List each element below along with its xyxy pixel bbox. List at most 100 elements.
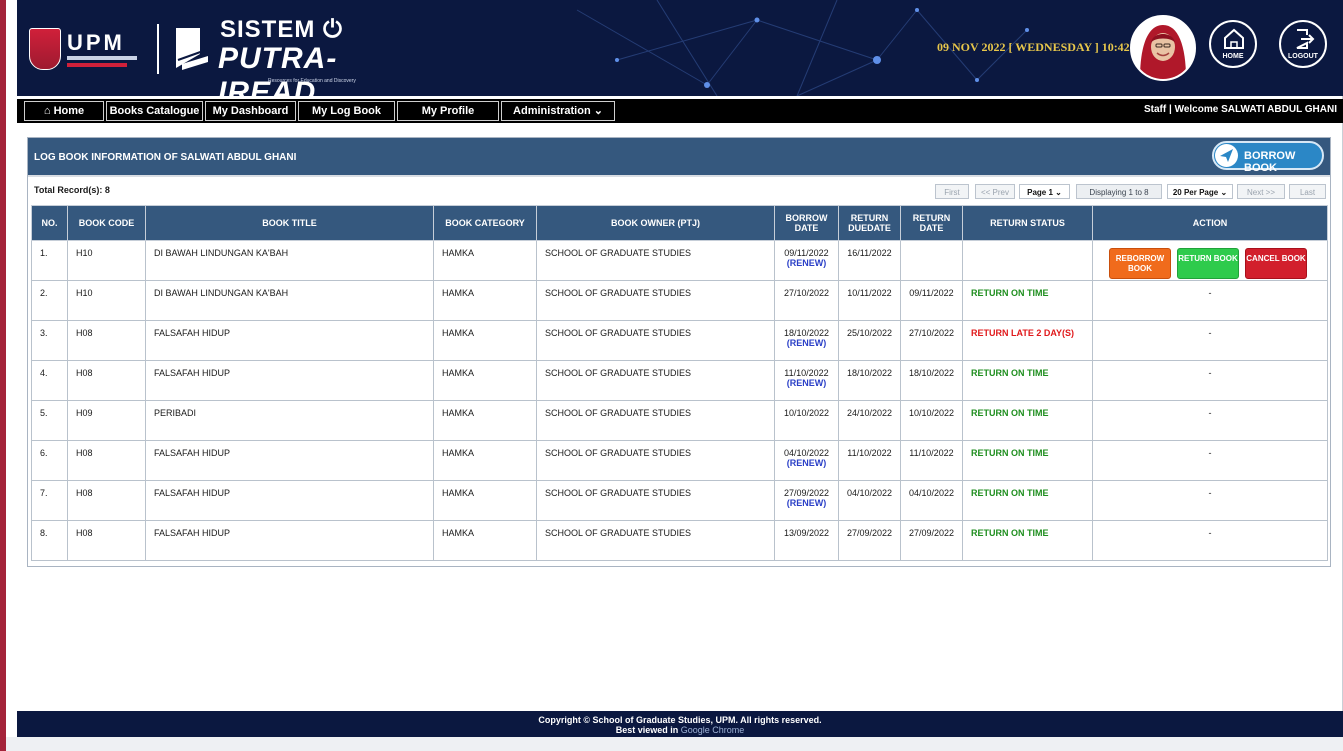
nav-my-log-book[interactable]: My Log Book: [298, 101, 395, 121]
cell-return-duedate: 16/11/2022: [838, 240, 901, 281]
cell-return-status: RETURN ON TIME: [962, 400, 1093, 441]
cell-book-code: H08: [67, 440, 146, 481]
renew-tag: (RENEW): [786, 258, 827, 268]
cell-book-owner: SCHOOL OF GRADUATE STUDIES: [536, 280, 775, 321]
cell-no: 8.: [31, 520, 68, 561]
cell-return-duedate: 27/09/2022: [838, 520, 901, 561]
table-row: 6. H08 FALSAFAH HIDUP HAMKA SCHOOL OF GRADUA…: [31, 440, 1328, 481]
cell-book-code: H09: [67, 400, 146, 441]
panel-title: LOG BOOK INFORMATION OF SALWATI ABDUL GH…: [34, 152, 297, 163]
home-header-button[interactable]: HOME: [1209, 20, 1257, 68]
cell-book-owner: SCHOOL OF GRADUATE STUDIES: [536, 360, 775, 401]
cell-action: -: [1092, 280, 1328, 321]
pager-prev-button[interactable]: << Prev: [975, 184, 1015, 199]
logout-header-button[interactable]: LOGOUT: [1279, 20, 1327, 68]
cell-book-code: H10: [67, 240, 146, 281]
cell-book-title: DI BAWAH LINDUNGAN KA'BAH: [145, 280, 434, 321]
cell-no: 2.: [31, 280, 68, 321]
nav-my-dashboard[interactable]: My Dashboard: [205, 101, 296, 121]
user-avatar[interactable]: [1130, 15, 1196, 81]
nav-my-profile[interactable]: My Profile: [397, 101, 499, 121]
cell-return-status: RETURN ON TIME: [962, 520, 1093, 561]
home-nav-icon: ⌂: [43, 105, 51, 117]
cell-action: -: [1092, 400, 1328, 441]
pager-first-button[interactable]: First: [935, 184, 969, 199]
cell-return-status: RETURN ON TIME: [962, 440, 1093, 481]
logo-tagline: Resources for Education and Discovery: [268, 78, 356, 84]
cell-book-owner: SCHOOL OF GRADUATE STUDIES: [536, 240, 775, 281]
renew-tag: (RENEW): [786, 498, 827, 508]
chevron-down-icon: ⌄: [1220, 188, 1228, 197]
cell-borrow-date: 11/10/2022 (RENEW): [774, 360, 839, 401]
pager-last-button[interactable]: Last: [1289, 184, 1326, 199]
cell-book-category: HAMKA: [433, 400, 537, 441]
total-records: Total Record(s): 8: [34, 185, 110, 195]
table-row: 8. H08 FALSAFAH HIDUP HAMKA SCHOOL OF GRADUA…: [31, 520, 1328, 561]
cell-borrow-date: 04/10/2022 (RENEW): [774, 440, 839, 481]
reborrow-book-button[interactable]: REBORROW BOOK: [1109, 248, 1171, 279]
cell-no: 1.: [31, 240, 68, 281]
return-book-button[interactable]: RETURN BOOK: [1177, 248, 1239, 279]
cell-book-owner: SCHOOL OF GRADUATE STUDIES: [536, 440, 775, 481]
cell-return-date: 09/11/2022: [900, 280, 963, 321]
cell-return-duedate: 04/10/2022: [838, 480, 901, 521]
borrow-date-value: 10/10/2022: [783, 408, 830, 418]
nav-books-catalogue[interactable]: Books Catalogue: [106, 101, 203, 121]
cell-book-owner: SCHOOL OF GRADUATE STUDIES: [536, 520, 775, 561]
table-header-row: NO. BOOK CODE BOOK TITLE BOOK CATEGORY B…: [31, 205, 1328, 241]
cell-book-title: FALSAFAH HIDUP: [145, 360, 434, 401]
cell-book-category: HAMKA: [433, 280, 537, 321]
pager-next-button[interactable]: Next >>: [1237, 184, 1285, 199]
upm-shield-icon: [29, 28, 61, 70]
borrow-date-value: 18/10/2022: [783, 328, 830, 338]
current-datetime: 09 NOV 2022 [ WEDNESDAY ] 10:42 PM: [937, 40, 1152, 54]
cell-return-duedate: 25/10/2022: [838, 320, 901, 361]
borrow-circle: [1215, 144, 1238, 167]
logo-putra-iread-text: PUTRA-IREAD: [218, 42, 338, 96]
footer-best-viewed: Best viewed in Google Chrome: [17, 725, 1343, 735]
table-row: 4. H08 FALSAFAH HIDUP HAMKA SCHOOL OF GRADUA…: [31, 360, 1328, 401]
cell-action: -: [1092, 480, 1328, 521]
page-select[interactable]: Page 1 ⌄: [1019, 184, 1070, 199]
cell-return-date: 27/10/2022: [900, 320, 963, 361]
cell-book-category: HAMKA: [433, 440, 537, 481]
cell-book-title: FALSAFAH HIDUP: [145, 520, 434, 561]
cell-book-code: H08: [67, 320, 146, 361]
per-page-select[interactable]: 20 Per Page ⌄: [1167, 184, 1233, 199]
nav-administration[interactable]: Administration ⌄: [501, 101, 615, 121]
nav-home-label: Home: [53, 105, 85, 117]
cell-return-duedate: 11/10/2022: [838, 440, 901, 481]
cell-book-category: HAMKA: [433, 320, 537, 361]
cell-return-date: 10/10/2022: [900, 400, 963, 441]
cell-return-date: 11/10/2022: [900, 440, 963, 481]
nav-home[interactable]: ⌂ Home: [24, 101, 104, 121]
site-footer: Copyright © School of Graduate Studies, …: [17, 711, 1343, 737]
action-buttons: REBORROW BOOK RETURN BOOK CANCEL BOOK: [1101, 248, 1319, 280]
paper-plane-icon: [1220, 149, 1233, 162]
pager-displaying-info: Displaying 1 to 8: [1076, 184, 1162, 199]
borrow-date-value: 27/09/2022: [783, 488, 830, 498]
cell-return-duedate: 10/11/2022: [838, 280, 901, 321]
col-header-action: ACTION: [1092, 205, 1328, 241]
home-header-label: HOME: [1222, 53, 1244, 60]
table-toolbar: Total Record(s): 8 First << Prev Page 1 …: [28, 178, 1330, 199]
cell-book-code: H10: [67, 280, 146, 321]
col-header-return-duedate: RETURN DUEDATE: [838, 205, 901, 241]
borrow-book-button[interactable]: BORROW BOOK: [1212, 141, 1324, 174]
panel-header: LOG BOOK INFORMATION OF SALWATI ABDUL GH…: [28, 138, 1330, 177]
book-logo-icon: [176, 28, 208, 70]
log-book-panel: LOG BOOK INFORMATION OF SALWATI ABDUL GH…: [27, 137, 1331, 567]
cell-book-code: H08: [67, 360, 146, 401]
cell-borrow-date: 27/10/2022: [774, 280, 839, 321]
nav-administration-label: Administration: [513, 105, 591, 117]
cell-action: REBORROW BOOK RETURN BOOK CANCEL BOOK: [1092, 240, 1328, 281]
upm-logo: UPM: [29, 26, 139, 74]
col-header-book-owner: BOOK OWNER (PTJ): [536, 205, 775, 241]
cancel-book-button[interactable]: CANCEL BOOK: [1245, 248, 1307, 279]
borrow-date-value: 04/10/2022: [783, 448, 830, 458]
logout-header-label: LOGOUT: [1288, 53, 1318, 60]
cell-book-title: FALSAFAH HIDUP: [145, 480, 434, 521]
borrow-date-value: 11/10/2022: [784, 368, 829, 378]
welcome-text: Staff | Welcome SALWATI ABDUL GHANI: [1144, 104, 1337, 115]
col-header-no: NO.: [31, 205, 68, 241]
